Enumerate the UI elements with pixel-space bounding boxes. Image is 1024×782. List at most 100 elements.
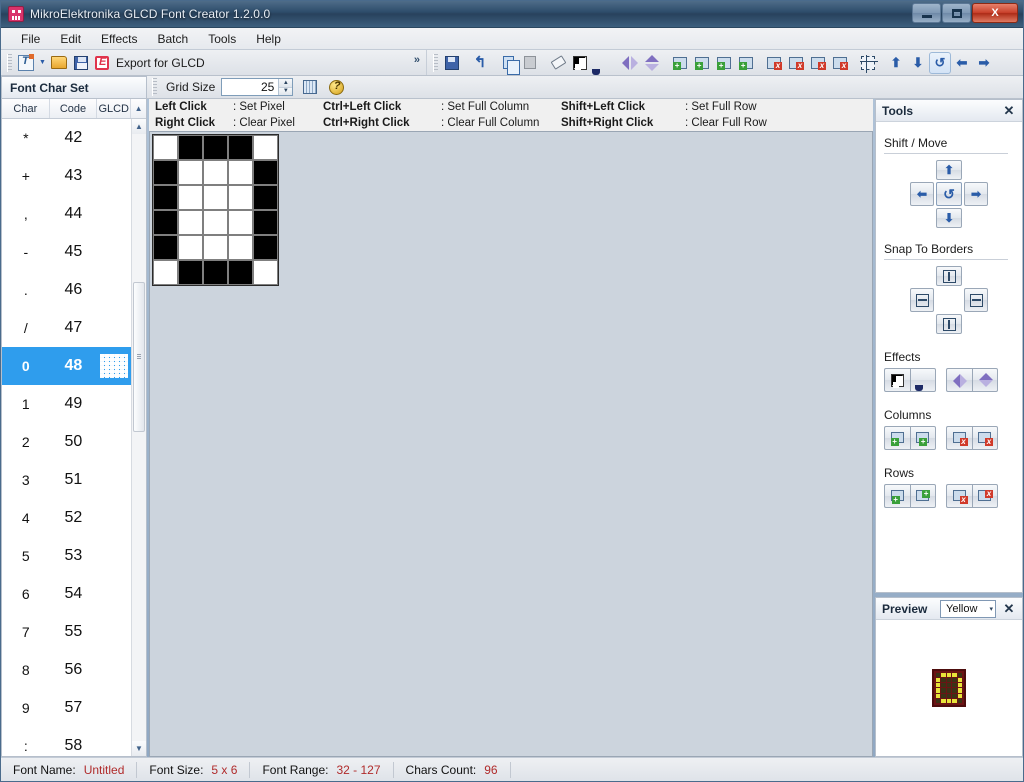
tools-panel-close-icon[interactable]: ✕ [1002,103,1016,119]
help-button[interactable] [325,76,347,98]
add-row-bottom-button[interactable]: + [910,484,936,508]
reset-shift-button[interactable]: ↺ [929,52,951,74]
copy-button[interactable] [497,52,519,74]
pixel-cell[interactable] [228,185,253,210]
pixel-cell[interactable] [228,135,253,160]
invert-button[interactable] [569,52,591,74]
pixel-cell[interactable] [253,185,278,210]
table-row[interactable]: *42 [2,119,131,157]
pixel-grid[interactable] [152,134,279,286]
pixel-cell[interactable] [178,210,203,235]
table-row[interactable]: /47 [2,309,131,347]
table-row[interactable]: 351 [2,461,131,499]
shift-left-button[interactable]: ⬅ [951,52,973,74]
table-row[interactable]: 149 [2,385,131,423]
delete-row-top-button[interactable]: x [807,52,829,74]
pixel-cell[interactable] [253,135,278,160]
maximize-button[interactable] [942,3,971,23]
column-header-char[interactable]: Char [2,99,50,118]
snap-left-button[interactable] [910,288,934,312]
pixel-cell[interactable] [178,185,203,210]
grid-toggle-button[interactable] [299,76,321,98]
table-row[interactable]: 957 [2,689,131,727]
column-header-code[interactable]: Code [50,99,98,118]
pixel-cell[interactable] [228,260,253,285]
pixel-cell[interactable] [203,210,228,235]
add-column-left-button[interactable]: + [884,426,910,450]
delete-column-right-button[interactable]: x [785,52,807,74]
charset-scrollbar[interactable]: ▲ ▼ [131,119,146,756]
shift-right-button[interactable]: ➡ [973,52,995,74]
shift-down-button[interactable]: ⬇ [907,52,929,74]
table-row[interactable]: +43 [2,157,131,195]
pixel-cell[interactable] [253,160,278,185]
toolbar-grip-2[interactable] [433,54,438,72]
export-for-glcd-label[interactable]: Export for GLCD [112,56,213,70]
save-font-button[interactable] [70,52,92,74]
scroll-up-icon[interactable]: ▲ [132,119,146,134]
fill-button[interactable] [591,52,613,74]
mirror-horizontal-button[interactable] [946,368,972,392]
table-row[interactable]: 856 [2,651,131,689]
pixel-cell[interactable] [228,235,253,260]
pixel-cell[interactable] [203,135,228,160]
charset-row-list[interactable]: *42+43,44-45.46/470481492503514525536547… [2,119,131,756]
preview-color-select[interactable]: Yellow ▾ [940,600,996,618]
toolbar-grip[interactable] [7,54,12,72]
pixel-cell[interactable] [153,185,178,210]
pixel-cell[interactable] [203,235,228,260]
snap-bottom-button[interactable] [936,314,962,334]
column-header-glcd[interactable]: GLCD [97,99,131,118]
table-row[interactable]: 553 [2,537,131,575]
invert-button[interactable] [884,368,910,392]
pixel-cell[interactable] [253,235,278,260]
scroll-thumb[interactable] [133,282,145,432]
pixel-cell[interactable] [153,135,178,160]
add-row-top-button[interactable]: + [884,484,910,508]
new-font-dropdown[interactable]: ▼ [37,52,48,74]
add-column-right-button[interactable]: + [910,426,936,450]
pixel-cell[interactable] [228,210,253,235]
shift-left-button[interactable]: ⬅ [910,182,934,206]
table-row[interactable]: :58 [2,727,131,756]
mirror-horizontal-button[interactable] [619,52,641,74]
pixel-cell[interactable] [253,260,278,285]
pixel-cell[interactable] [178,160,203,185]
open-font-button[interactable] [48,52,70,74]
mirror-vertical-button[interactable] [641,52,663,74]
shift-right-button[interactable]: ➡ [964,182,988,206]
preview-panel-close-icon[interactable]: ✕ [1002,601,1016,617]
pixel-canvas[interactable] [149,131,873,757]
pixel-cell[interactable] [153,260,178,285]
menu-item-file[interactable]: File [11,29,50,49]
pixel-cell[interactable] [178,135,203,160]
pixel-cell[interactable] [253,210,278,235]
shift-down-button[interactable]: ⬇ [936,208,962,228]
menu-item-effects[interactable]: Effects [91,29,147,49]
shift-up-button[interactable]: ⬆ [936,160,962,180]
pixel-cell[interactable] [178,235,203,260]
paste-button[interactable] [519,52,541,74]
grid-size-up-button[interactable]: ▲ [279,79,292,87]
shift-up-button[interactable]: ⬆ [885,52,907,74]
table-row[interactable]: 654 [2,575,131,613]
pixel-cell[interactable] [153,210,178,235]
snap-right-button[interactable] [964,288,988,312]
delete-column-right-button[interactable]: x [972,426,998,450]
grid-size-stepper[interactable]: ▲ ▼ [221,78,293,96]
minimize-button[interactable] [912,3,941,23]
menu-item-help[interactable]: Help [246,29,291,49]
scroll-down-icon[interactable]: ▼ [132,741,146,756]
delete-column-left-button[interactable]: x [763,52,785,74]
toolbar-overflow-button[interactable]: » [414,54,420,66]
pixel-cell[interactable] [203,260,228,285]
table-row[interactable]: -45 [2,233,131,271]
menu-item-batch[interactable]: Batch [148,29,199,49]
table-row[interactable]: 755 [2,613,131,651]
grid-size-input[interactable] [222,79,278,95]
pixel-cell[interactable] [203,160,228,185]
snap-top-button[interactable] [936,266,962,286]
snap-to-borders-button[interactable] [857,52,879,74]
delete-row-top-button[interactable]: x [946,484,972,508]
pixel-cell[interactable] [203,185,228,210]
